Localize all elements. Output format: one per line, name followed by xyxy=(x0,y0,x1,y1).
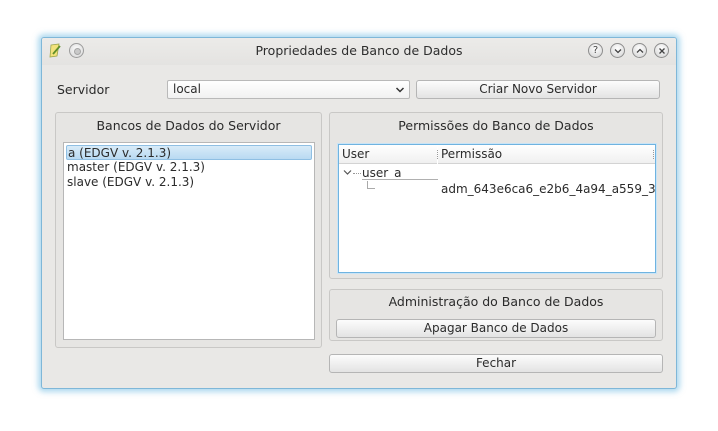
window-title: Propriedades de Banco de Dados xyxy=(255,43,463,58)
server-label: Servidor xyxy=(57,82,110,97)
tree-connector xyxy=(353,173,361,174)
chevron-down-icon xyxy=(395,87,405,93)
expand-arrow-icon[interactable] xyxy=(343,168,352,177)
server-databases-group: Bancos de Dados do Servidor a (EDGV v. 2… xyxy=(55,112,322,348)
database-item-master[interactable]: master (EDGV v. 2.1.3) xyxy=(66,160,205,175)
help-icon: ? xyxy=(592,45,599,56)
title-bar[interactable]: Propriedades de Banco de Dados ? xyxy=(42,38,676,65)
permissions-tree[interactable]: User Permissão user_a adm_643e6ca6_e2b6_… xyxy=(338,144,656,273)
database-permissions-group: Permissões do Banco de Dados User Permis… xyxy=(329,112,663,279)
server-databases-title: Bancos de Dados do Servidor xyxy=(96,118,281,133)
close-icon xyxy=(659,48,665,54)
help-button[interactable]: ? xyxy=(588,43,603,58)
close-button[interactable]: Fechar xyxy=(329,354,663,373)
database-list[interactable]: a (EDGV v. 2.1.3) master (EDGV v. 2.1.3)… xyxy=(63,142,315,340)
chevron-up-icon xyxy=(636,48,644,53)
create-new-server-button[interactable]: Criar Novo Servidor xyxy=(416,80,660,99)
delete-database-button[interactable]: Apagar Banco de Dados xyxy=(336,319,656,338)
database-item-a[interactable]: a (EDGV v. 2.1.3) xyxy=(66,145,312,160)
column-separator xyxy=(653,150,654,159)
database-permissions-title: Permissões do Banco de Dados xyxy=(398,118,594,133)
tree-item-permission[interactable]: adm_643e6ca6_e2b6_4a94_a559_3f... xyxy=(441,182,655,196)
maximize-button[interactable] xyxy=(632,43,647,58)
minimize-button[interactable] xyxy=(610,43,625,58)
tree-item-user[interactable]: user_a xyxy=(362,166,402,180)
tree-branch-line xyxy=(367,181,375,189)
column-header-user[interactable]: User xyxy=(339,145,437,164)
database-properties-dialog: Propriedades de Banco de Dados ? Servido… xyxy=(41,37,677,389)
database-administration-title: Administração do Banco de Dados xyxy=(388,294,604,309)
column-header-permission[interactable]: Permissão xyxy=(438,145,655,164)
chevron-down-icon xyxy=(614,49,622,54)
server-combobox[interactable]: local xyxy=(167,80,410,99)
close-window-button[interactable] xyxy=(654,43,669,58)
database-item-slave[interactable]: slave (EDGV v. 2.1.3) xyxy=(66,175,194,190)
database-administration-group: Administração do Banco de Dados Apagar B… xyxy=(329,289,663,341)
user-underline xyxy=(362,179,438,180)
server-selected-value: local xyxy=(173,82,201,96)
